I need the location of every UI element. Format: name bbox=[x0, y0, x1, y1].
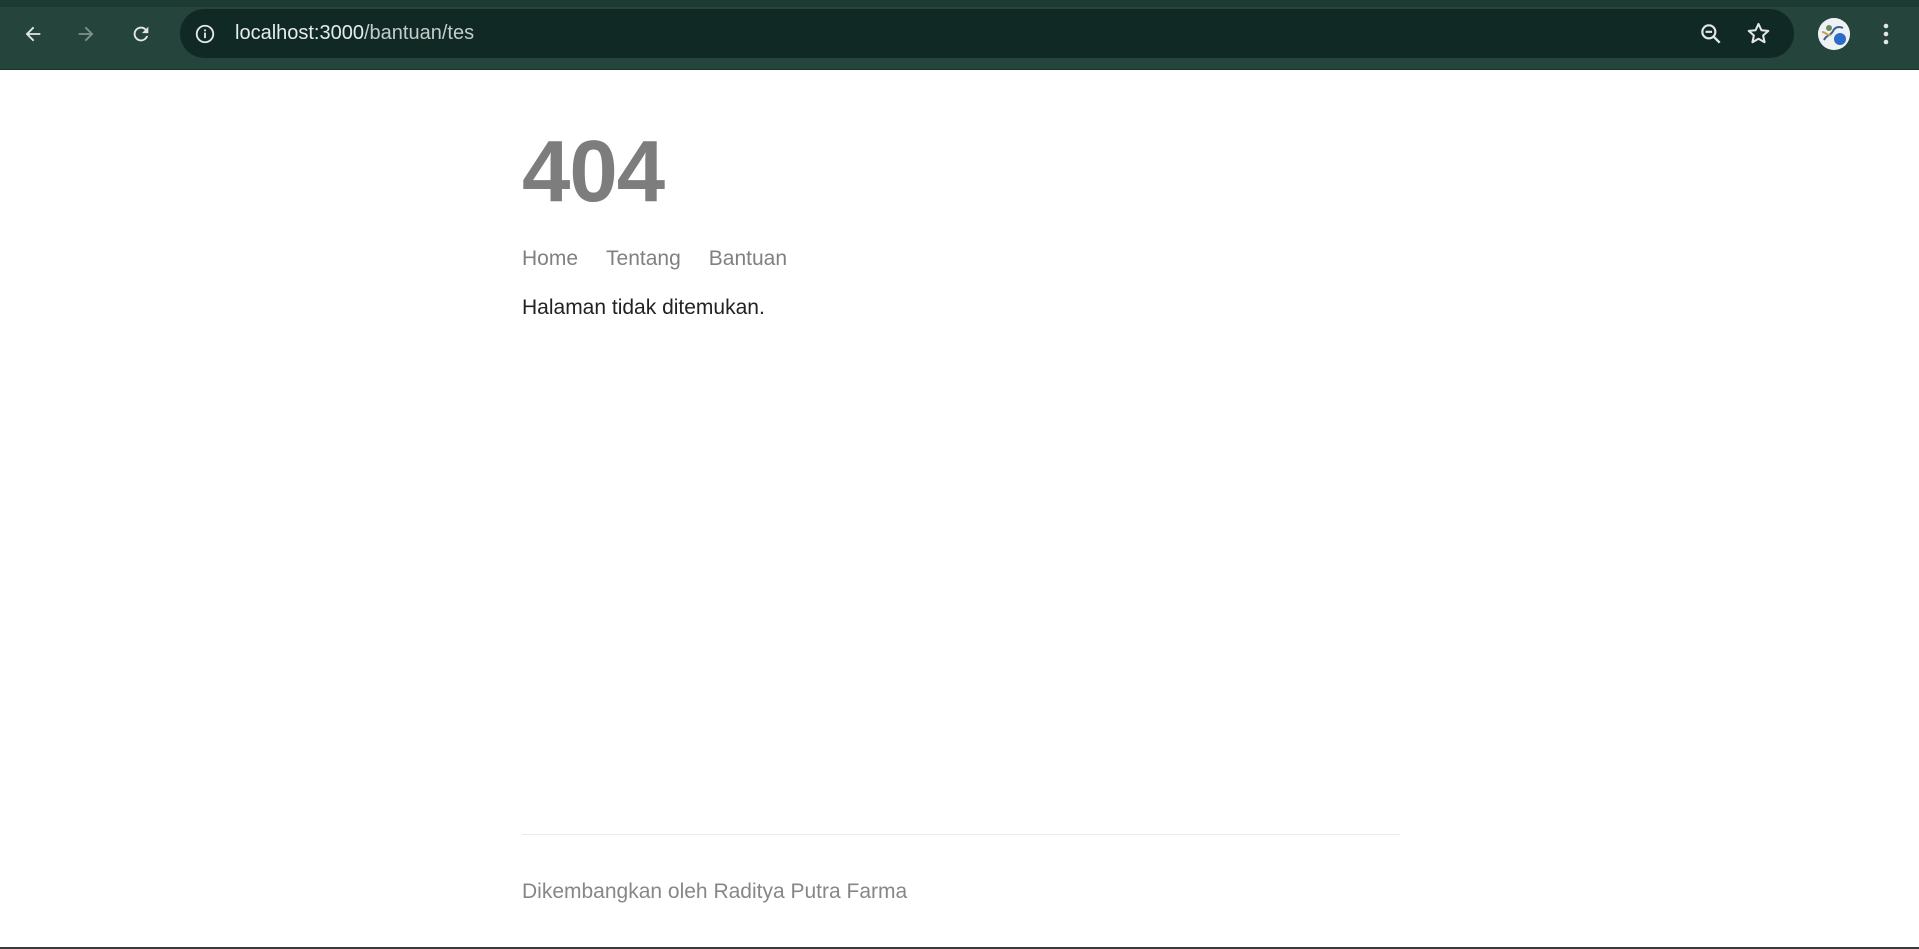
forward-button[interactable] bbox=[70, 18, 102, 50]
zoom-button[interactable] bbox=[1698, 21, 1724, 47]
zoom-out-icon bbox=[1701, 24, 1721, 44]
footer-divider bbox=[522, 834, 1400, 835]
url-path: /bantuan/tes bbox=[363, 22, 475, 44]
url-host: localhost:3000 bbox=[235, 22, 364, 44]
site-nav: Home Tentang Bantuan bbox=[522, 248, 815, 269]
nav-link-bantuan[interactable]: Bantuan bbox=[709, 248, 787, 269]
page-viewport: 404 Home Tentang Bantuan Halaman tidak d… bbox=[0, 70, 1919, 949]
not-found-message: Halaman tidak ditemukan. bbox=[522, 296, 765, 319]
browser-menu-button[interactable] bbox=[1874, 18, 1898, 50]
arrow-right-icon bbox=[78, 26, 94, 42]
info-icon bbox=[195, 24, 214, 43]
site-info-button[interactable] bbox=[192, 21, 217, 46]
footer-credit: Dikembangkan oleh Raditya Putra Farma bbox=[522, 880, 908, 903]
bookmark-button[interactable] bbox=[1745, 20, 1772, 47]
tab-strip bbox=[0, 0, 1919, 7]
content-container: 404 Home Tentang Bantuan Halaman tidak d… bbox=[522, 70, 1400, 949]
address-bar[interactable]: localhost:3000/bantuan/tes bbox=[180, 9, 1794, 58]
avatar[interactable] bbox=[1818, 18, 1850, 50]
reload-button[interactable] bbox=[125, 18, 157, 50]
nav-link-tentang[interactable]: Tentang bbox=[606, 248, 681, 269]
reload-icon bbox=[133, 26, 149, 42]
nav-link-home[interactable]: Home bbox=[522, 248, 578, 269]
arrow-left-icon bbox=[25, 26, 41, 42]
page-title: 404 bbox=[522, 123, 665, 220]
star-icon bbox=[1747, 22, 1770, 44]
more-vert-icon bbox=[1883, 23, 1889, 45]
profile-avatar-icon bbox=[1818, 18, 1850, 50]
back-button[interactable] bbox=[17, 18, 49, 50]
url-text[interactable]: localhost:3000/bantuan/tes bbox=[235, 22, 474, 45]
browser-toolbar: localhost:3000/bantuan/tes bbox=[0, 0, 1919, 70]
